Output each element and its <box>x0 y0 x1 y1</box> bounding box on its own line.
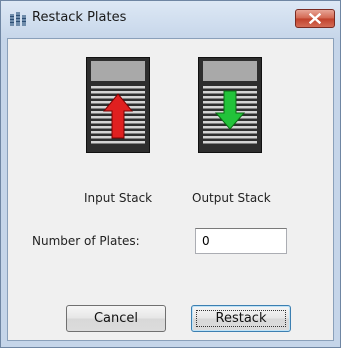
dialog-body: Input Stack Output Stack Number of Plate… <box>7 38 334 341</box>
input-stack-graphic[interactable] <box>86 57 150 153</box>
restack-plates-dialog: Restack Plates Input Stack Output Stack … <box>0 0 341 348</box>
stacked-plates-icon <box>10 12 26 26</box>
output-stack-graphic[interactable] <box>198 57 262 153</box>
number-of-plates-input[interactable] <box>195 228 287 254</box>
close-button[interactable] <box>295 9 335 28</box>
restack-button[interactable]: Restack <box>191 305 291 332</box>
window-title: Restack Plates <box>32 10 127 25</box>
focus-rectangle <box>196 310 286 327</box>
close-icon <box>309 13 321 24</box>
input-stack-label: Input Stack <box>84 191 153 205</box>
number-of-plates-label: Number of Plates: <box>32 234 140 248</box>
output-stack-label: Output Stack <box>192 191 271 205</box>
cancel-button[interactable]: Cancel <box>66 305 166 332</box>
title-bar: Restack Plates <box>1 1 340 37</box>
